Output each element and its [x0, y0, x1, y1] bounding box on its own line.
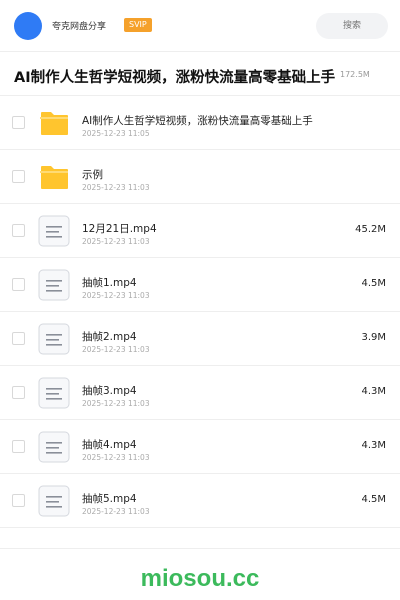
row-checkbox[interactable] — [12, 170, 25, 183]
file-list: AI制作人生哲学短视频，涨粉快流量高零基础上手 2025-12-23 11:05… — [0, 96, 400, 528]
folder-icon — [38, 161, 70, 193]
file-size: 4.3M — [361, 386, 386, 397]
row-checkbox[interactable] — [12, 278, 25, 291]
document-icon — [38, 431, 70, 463]
file-name: 抽帧5.mp4 — [82, 493, 137, 505]
file-size: 45.2M — [355, 224, 386, 235]
document-icon — [38, 215, 70, 247]
row-checkbox[interactable] — [12, 116, 25, 129]
file-name: 抽帧3.mp4 — [82, 385, 137, 397]
document-icon — [38, 269, 70, 301]
app-name: 夸克网盘分享 — [52, 22, 107, 32]
file-date: 2025-12-23 11:03 — [82, 399, 150, 408]
file-row[interactable]: 抽帧3.mp4 2025-12-23 11:03 4.3M — [0, 366, 400, 420]
file-name: 12月21日.mp4 — [82, 223, 157, 235]
row-checkbox[interactable] — [12, 224, 25, 237]
page-title: AI制作人生哲学短视频，涨粉快流量高零基础上手 — [14, 70, 336, 86]
file-row[interactable]: 抽帧5.mp4 2025-12-23 11:03 4.5M — [0, 474, 400, 528]
file-row[interactable]: 示例 2025-12-23 11:03 — [0, 150, 400, 204]
file-row[interactable]: 抽帧1.mp4 2025-12-23 11:03 4.5M — [0, 258, 400, 312]
file-date: 2025-12-23 11:03 — [82, 453, 150, 462]
header-bar: 夸克网盘分享 SVIP — [0, 0, 400, 52]
file-date: 2025-12-23 11:03 — [82, 291, 150, 300]
document-icon — [38, 377, 70, 409]
file-size: 4.5M — [361, 494, 386, 505]
file-name: 抽帧2.mp4 — [82, 331, 137, 343]
file-row[interactable]: 12月21日.mp4 2025-12-23 11:03 45.2M — [0, 204, 400, 258]
document-icon — [38, 323, 70, 355]
file-date: 2025-12-23 11:05 — [82, 129, 150, 138]
file-name: 抽帧1.mp4 — [82, 277, 137, 289]
share-title-row: AI制作人生哲学短视频，涨粉快流量高零基础上手 172.5M — [0, 52, 400, 96]
file-name: 示例 — [82, 169, 103, 181]
file-row[interactable]: 抽帧4.mp4 2025-12-23 11:03 4.3M — [0, 420, 400, 474]
avatar[interactable] — [14, 12, 42, 40]
row-checkbox[interactable] — [12, 332, 25, 345]
file-size: 3.9M — [361, 332, 386, 343]
folder-icon — [38, 107, 70, 139]
file-date: 2025-12-23 11:03 — [82, 507, 150, 516]
svip-badge: SVIP — [124, 18, 152, 32]
file-size: 4.5M — [361, 278, 386, 289]
file-size: 4.3M — [361, 440, 386, 451]
file-date: 2025-12-23 11:03 — [82, 183, 150, 192]
file-row[interactable]: 抽帧2.mp4 2025-12-23 11:03 3.9M — [0, 312, 400, 366]
total-size: 172.5M — [340, 70, 370, 79]
row-checkbox[interactable] — [12, 494, 25, 507]
file-row[interactable]: AI制作人生哲学短视频，涨粉快流量高零基础上手 2025-12-23 11:05 — [0, 96, 400, 150]
search-input[interactable] — [316, 13, 388, 39]
file-date: 2025-12-23 11:03 — [82, 345, 150, 354]
row-checkbox[interactable] — [12, 386, 25, 399]
file-name: 抽帧4.mp4 — [82, 439, 137, 451]
row-checkbox[interactable] — [12, 440, 25, 453]
watermark: miosou.cc — [140, 565, 260, 592]
file-name: AI制作人生哲学短视频，涨粉快流量高零基础上手 — [82, 115, 313, 127]
document-icon — [38, 485, 70, 517]
file-date: 2025-12-23 11:03 — [82, 237, 150, 246]
